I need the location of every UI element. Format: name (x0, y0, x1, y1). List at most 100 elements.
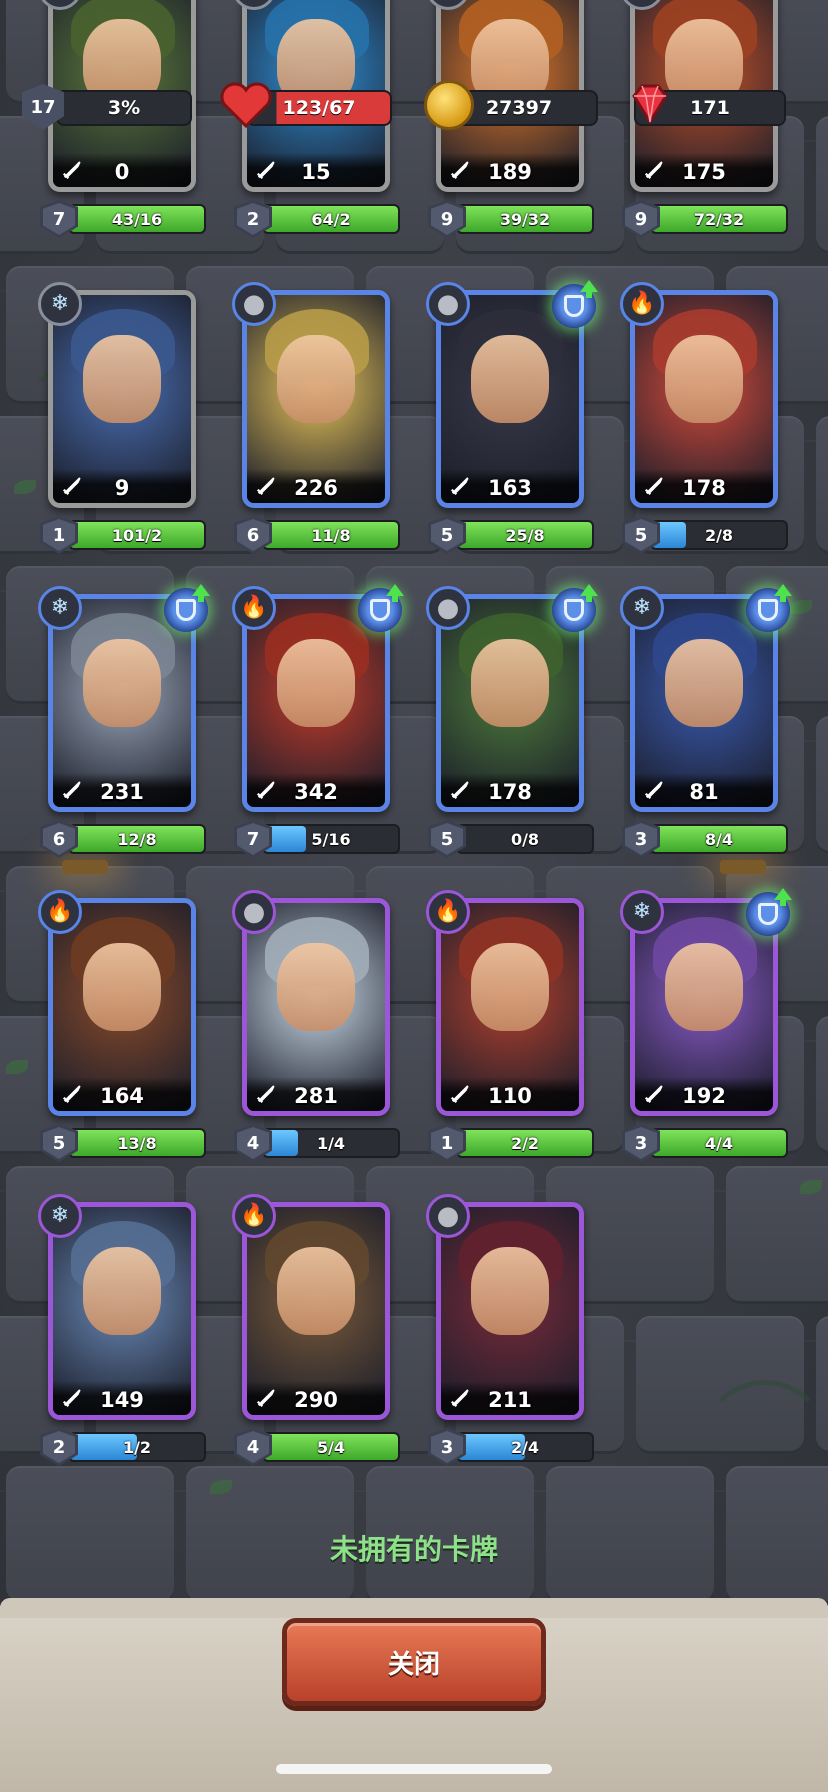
hero-face-shape (277, 639, 355, 727)
shield-icon (564, 295, 584, 317)
card-progress-bar: 5 13/8 (40, 1124, 208, 1162)
power-row: 231 (53, 773, 191, 807)
up-arrow-icon (192, 584, 210, 602)
sword-icon (449, 475, 471, 497)
card-progress-bar: 7 5/16 (234, 820, 402, 858)
card-progress-bar: 3 4/4 (622, 1124, 790, 1162)
hero-face-shape (471, 1247, 549, 1335)
power-row: 178 (635, 469, 773, 503)
power-value: 342 (294, 780, 338, 804)
unowned-cards-caption: 未拥有的卡牌 (329, 1533, 498, 1566)
card-count-text: 43/16 (111, 209, 163, 229)
close-button[interactable]: 关闭 (282, 1618, 546, 1706)
wall-brick (816, 1016, 828, 1154)
sword-icon (643, 475, 665, 497)
heart-icon (218, 80, 274, 130)
fire-element-icon: 🔥 (232, 586, 276, 630)
card-count-text: 5/16 (311, 829, 351, 849)
power-value: 164 (100, 1084, 144, 1108)
sword-icon (255, 1083, 277, 1105)
power-row: 189 (441, 153, 579, 187)
up-arrow-icon (580, 584, 598, 602)
sword-icon (643, 159, 665, 181)
upgrade-available-icon[interactable] (746, 584, 792, 632)
shield-icon (176, 599, 196, 621)
power-row: 81 (635, 773, 773, 807)
upgrade-available-icon[interactable] (164, 584, 210, 632)
shield-icon (758, 903, 778, 925)
shield-level-badge: 17 (30, 96, 56, 118)
sword-icon (449, 159, 471, 181)
shield-icon (758, 599, 778, 621)
upgrade-available-icon[interactable] (358, 584, 404, 632)
power-value: 149 (100, 1388, 144, 1412)
card-count-text: 2/4 (510, 1437, 540, 1457)
stone-element-icon: ● (232, 890, 276, 934)
power-row: 290 (247, 1381, 385, 1415)
card-progress-bar: 6 12/8 (40, 820, 208, 858)
sword-icon (61, 159, 83, 181)
top-stat-value: 3% (56, 90, 192, 126)
progress-track: 13/8 (68, 1128, 206, 1158)
card-count-text: 1/2 (122, 1437, 152, 1457)
wall-brick (816, 116, 828, 254)
power-row: 9 (53, 469, 191, 503)
upgrade-available-icon[interactable] (552, 280, 598, 328)
hero-face-shape (471, 335, 549, 423)
card-count-text: 2/2 (510, 1133, 540, 1153)
power-row: 226 (247, 469, 385, 503)
hero-face-shape (665, 943, 743, 1031)
progress-track: 64/2 (262, 204, 400, 234)
card-progress-bar: 2 1/2 (40, 1428, 208, 1466)
power-row: 110 (441, 1077, 579, 1111)
card-count-text: 101/2 (111, 525, 163, 545)
hero-face-shape (471, 639, 549, 727)
progress-track: 5/16 (262, 824, 400, 854)
torch-decoration (62, 860, 108, 874)
card-progress-bar: 3 8/4 (622, 820, 790, 858)
sword-icon (255, 1387, 277, 1409)
fire-element-icon: 🔥 (38, 890, 82, 934)
power-value: 110 (488, 1084, 532, 1108)
progress-track: 25/8 (456, 520, 594, 550)
power-value: 226 (294, 476, 338, 500)
upgrade-available-icon[interactable] (746, 888, 792, 936)
hero-face-shape (83, 639, 161, 727)
fire-element-icon: 🔥 (426, 890, 470, 934)
card-progress-bar: 5 25/8 (428, 516, 596, 554)
card-count-text: 13/8 (117, 1133, 157, 1153)
progress-track: 5/4 (262, 1432, 400, 1462)
card-progress-bar: 6 11/8 (234, 516, 402, 554)
progress-track: 4/4 (650, 1128, 788, 1158)
card-progress-bar: 5 0/8 (428, 820, 596, 858)
card-count-text: 25/8 (505, 525, 545, 545)
power-row: 175 (635, 153, 773, 187)
upgrade-available-icon[interactable] (552, 584, 598, 632)
card-count-text: 72/32 (693, 209, 745, 229)
sword-icon (255, 475, 277, 497)
power-row: 15 (247, 153, 385, 187)
power-row: 163 (441, 469, 579, 503)
ruby-gem-icon (624, 78, 676, 130)
power-row: 149 (53, 1381, 191, 1415)
progress-track: 8/4 (650, 824, 788, 854)
home-indicator[interactable] (276, 1764, 552, 1774)
shield-icon (370, 599, 390, 621)
sword-icon (61, 1083, 83, 1105)
card-count-text: 12/8 (117, 829, 157, 849)
hero-face-shape (665, 335, 743, 423)
card-progress-bar: 3 2/4 (428, 1428, 596, 1466)
card-count-text: 0/8 (510, 829, 540, 849)
fire-element-icon: 🔥 (620, 282, 664, 326)
power-value: 178 (488, 780, 532, 804)
sword-icon (61, 1387, 83, 1409)
card-count-text: 1/4 (316, 1133, 346, 1153)
stone-element-icon: ● (232, 282, 276, 326)
torch-decoration (720, 860, 766, 874)
sword-icon (449, 1387, 471, 1409)
hero-face-shape (277, 943, 355, 1031)
power-value: 189 (488, 160, 532, 184)
hero-face-shape (277, 335, 355, 423)
up-arrow-icon (774, 888, 792, 906)
hero-face-shape (83, 1247, 161, 1335)
